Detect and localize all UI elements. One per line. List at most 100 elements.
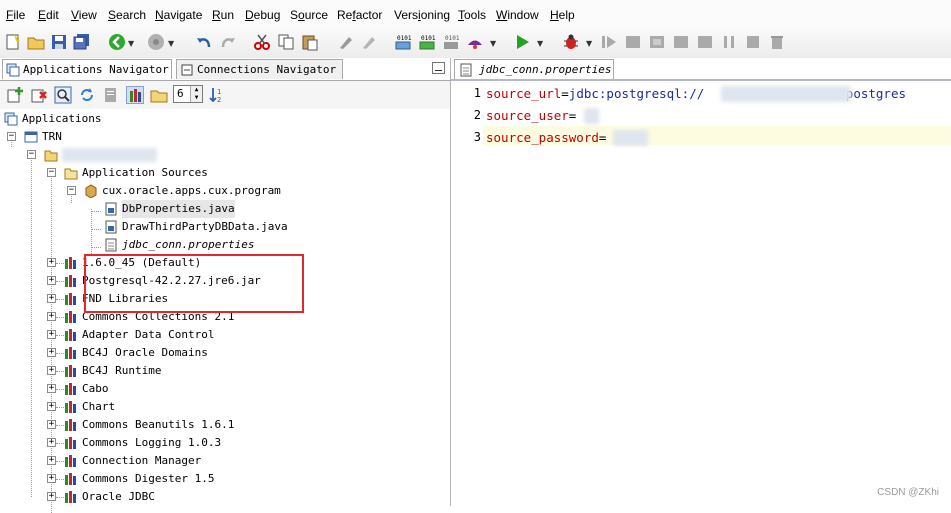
save-icon[interactable] [50, 33, 68, 51]
expand-icon[interactable]: + [47, 258, 56, 267]
stop-icon[interactable] [744, 33, 762, 51]
collapse-icon[interactable]: − [47, 168, 56, 177]
expand-icon[interactable]: + [47, 420, 56, 429]
expand-icon[interactable]: + [47, 312, 56, 321]
properties-icon[interactable] [102, 86, 120, 104]
menu-help[interactable]: Help [550, 8, 575, 22]
menu-source[interactable]: Source [290, 8, 328, 22]
java-file-icon [105, 202, 117, 216]
expand-icon[interactable]: + [47, 402, 56, 411]
remove-icon[interactable] [30, 86, 48, 104]
menu-refactor[interactable]: Refactor [337, 8, 382, 22]
menu-tools[interactable]: Tools [458, 8, 486, 22]
back-icon[interactable] [108, 33, 126, 51]
pause-icon[interactable] [720, 33, 738, 51]
cut-icon[interactable] [253, 33, 271, 51]
expand-icon[interactable]: + [47, 492, 56, 501]
expand-icon[interactable]: + [47, 330, 56, 339]
run-icon[interactable] [513, 33, 531, 51]
tab-connections-navigator[interactable]: Connections Navigator [176, 59, 343, 79]
brush-icon[interactable] [337, 33, 355, 51]
expand-icon[interactable]: + [47, 366, 56, 375]
collapse-icon[interactable]: − [7, 132, 16, 141]
spinner-arrows-icon[interactable]: ▲ ▼ [190, 86, 202, 102]
save-all-icon[interactable] [73, 33, 91, 51]
menu-edit[interactable]: Edit [38, 8, 59, 22]
folder-view-icon[interactable] [150, 86, 168, 104]
trash-icon[interactable] [768, 33, 786, 51]
new-file-icon[interactable] [4, 33, 22, 51]
library-icon [65, 365, 76, 377]
paste-icon[interactable] [301, 33, 319, 51]
svg-text:0101: 0101 [397, 35, 412, 42]
find-icon[interactable] [54, 86, 72, 104]
line-number: 3 [473, 130, 481, 144]
step-out-icon[interactable] [672, 33, 690, 51]
code-line-3[interactable]: source_password= [486, 130, 606, 145]
navigator-panel: Applications Navigator Connections Navig… [0, 58, 451, 513]
library-view-icon[interactable] [126, 86, 144, 104]
menu-view[interactable]: View [71, 8, 97, 22]
library-icon [65, 419, 76, 431]
tab-applications-navigator[interactable]: Applications Navigator [2, 59, 172, 79]
menu-versioning[interactable]: Versioning [394, 8, 450, 22]
step-end-icon[interactable] [696, 33, 714, 51]
property-key: source_url [486, 86, 562, 101]
expand-icon[interactable]: + [47, 348, 56, 357]
open-folder-icon[interactable] [27, 33, 45, 51]
menu-file[interactable]: File [6, 8, 25, 22]
library-label: Commons Beanutils 1.6.1 [82, 418, 235, 431]
applications-icon [4, 112, 18, 126]
refresh-icon[interactable] [78, 86, 96, 104]
sort-icon[interactable]: 12 [208, 86, 226, 104]
expand-icon[interactable]: + [47, 294, 56, 303]
level-spinner[interactable]: 6 ▲ ▼ [173, 85, 203, 103]
redo-icon[interactable] [219, 33, 237, 51]
back-dropdown-icon[interactable]: ▼ [128, 39, 134, 48]
forward-icon[interactable] [147, 33, 165, 51]
library-icon [65, 455, 76, 467]
run-dropdown-icon[interactable]: ▼ [537, 39, 543, 48]
resume-icon[interactable] [600, 33, 618, 51]
deploy-dropdown-icon[interactable]: ▼ [490, 39, 496, 48]
menu-debug[interactable]: Debug [245, 8, 280, 22]
deploy-icon[interactable] [466, 33, 484, 51]
collapse-icon[interactable]: − [67, 186, 76, 195]
expand-icon[interactable]: + [47, 384, 56, 393]
brush-disabled-icon[interactable] [360, 33, 378, 51]
undo-icon[interactable] [195, 33, 213, 51]
forward-dropdown-icon[interactable]: ▼ [168, 39, 174, 48]
tab-label: Connections Navigator [197, 63, 337, 76]
step-into-icon[interactable] [648, 33, 666, 51]
expand-icon[interactable]: + [47, 276, 56, 285]
editor-tab-jdbc-properties[interactable]: jdbc_conn.properties [454, 59, 614, 79]
collapse-icon[interactable]: − [27, 150, 36, 159]
clean-icon[interactable]: 0101 [442, 33, 460, 51]
library-label: Connection Manager [82, 454, 202, 467]
copy-icon[interactable] [277, 33, 295, 51]
library-icon [65, 401, 76, 413]
menu-window[interactable]: Window [496, 8, 539, 22]
library-icon [65, 329, 76, 341]
application-icon [24, 131, 38, 143]
library-icon [65, 275, 76, 287]
level-value: 6 [177, 87, 184, 100]
debug-icon[interactable] [562, 33, 580, 51]
code-line-2[interactable]: source_user= [486, 108, 576, 123]
navigator-toolbar: 6 ▲ ▼ 12 [0, 80, 450, 109]
menu-navigate[interactable]: Navigate [155, 8, 202, 22]
library-icon [65, 383, 76, 395]
expand-icon[interactable]: + [47, 474, 56, 483]
property-key: source_user [486, 108, 569, 123]
make-icon[interactable]: 0101 [394, 33, 412, 51]
expand-icon[interactable]: + [47, 438, 56, 447]
add-icon[interactable] [6, 86, 24, 104]
expand-icon[interactable]: + [47, 456, 56, 465]
properties-file-icon [460, 63, 472, 77]
debug-dropdown-icon[interactable]: ▼ [586, 39, 592, 48]
menu-search[interactable]: Search [108, 8, 146, 22]
rebuild-icon[interactable]: 0101 [418, 33, 436, 51]
minimize-button[interactable] [432, 62, 445, 74]
menu-run[interactable]: Run [212, 8, 234, 22]
step-over-icon[interactable] [624, 33, 642, 51]
